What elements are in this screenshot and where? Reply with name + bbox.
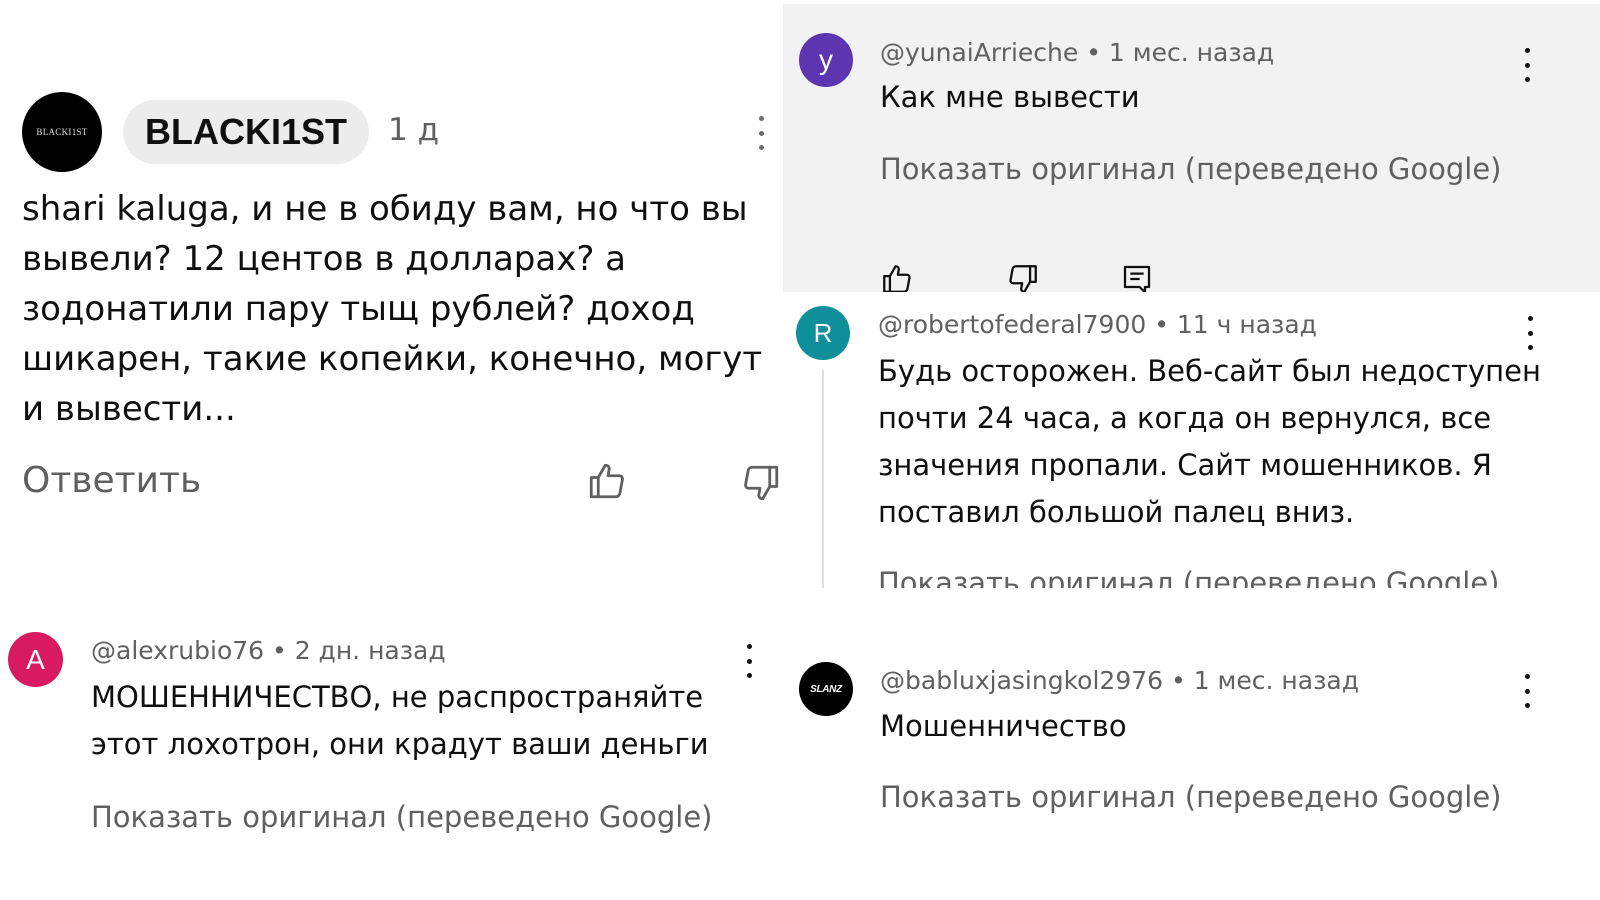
comment-alex: A @alexrubio76 • 2 дн. назад МОШЕННИЧЕСТ… xyxy=(0,610,780,900)
more-vert-icon[interactable] xyxy=(757,116,765,150)
text-line: этот лохотрон, они крадут ваши деньги xyxy=(91,727,709,761)
comment-roberto: R @robertofederal7900 • 11 ч назад Будь … xyxy=(783,292,1600,588)
comment-time: 2 дн. назад xyxy=(294,636,446,665)
avatar-logo-text: SLANZ xyxy=(810,683,842,695)
comment-meta: @robertofederal7900 • 11 ч назад xyxy=(878,310,1317,339)
comment-text: Мошенничество xyxy=(880,709,1127,743)
author-chip[interactable]: BLACKI1ST xyxy=(123,100,370,164)
comment-bablu: SLANZ @babluxjasingkol2976 • 1 мес. наза… xyxy=(783,640,1600,900)
comment-meta: @alexrubio76 • 2 дн. назад xyxy=(91,636,446,665)
avatar-letter: y xyxy=(819,44,833,75)
comment-meta: @yunaiArrieche • 1 мес. назад xyxy=(880,38,1274,67)
comment-text: Как мне вывести xyxy=(880,80,1140,114)
comment-yunai: y @yunaiArrieche • 1 мес. назад Как мне … xyxy=(783,4,1600,292)
thumbs-down-icon[interactable] xyxy=(740,462,782,504)
avatar[interactable]: R xyxy=(796,306,850,360)
text-line: зодонатили пару тыщ рублей? доход xyxy=(22,289,695,329)
show-original-link[interactable]: Показать оригинал (переведено Google) xyxy=(91,800,713,834)
avatar[interactable]: BLACKI1ST xyxy=(22,92,102,172)
separator: • xyxy=(264,636,295,665)
author-name[interactable]: @robertofederal7900 xyxy=(878,310,1146,339)
text-line: шикарен, такие копейки, конечно, могут xyxy=(22,339,763,379)
more-vert-icon[interactable] xyxy=(1526,316,1534,350)
thread-line xyxy=(822,370,824,588)
text-line: Будь осторожен. Веб-сайт был недоступен xyxy=(878,354,1541,388)
text-line: shari kaluga, и не в обиду вам, но что в… xyxy=(22,189,748,229)
text-line: значения пропали. Сайт мошенников. Я xyxy=(878,448,1492,482)
comment-text: МОШЕННИЧЕСТВО, не распространяйте этот л… xyxy=(91,674,709,768)
author-name: BLACKI1ST xyxy=(145,111,348,152)
author-name[interactable]: @yunaiArrieche xyxy=(880,38,1078,67)
separator: • xyxy=(1163,666,1194,695)
reply-button[interactable]: Ответить xyxy=(22,460,201,501)
thumbs-down-icon[interactable] xyxy=(1006,262,1040,292)
author-name[interactable]: @babluxjasingkol2976 xyxy=(880,666,1163,695)
comment-text: Будь осторожен. Веб-сайт был недоступен … xyxy=(878,348,1541,536)
avatar[interactable]: y xyxy=(799,33,853,87)
avatar[interactable]: SLANZ xyxy=(799,662,853,716)
comment-time: 1 мес. назад xyxy=(1108,38,1275,67)
comment-meta: @babluxjasingkol2976 • 1 мес. назад xyxy=(880,666,1359,695)
comment-main: BLACKI1ST BLACKI1ST 1 д shari kaluga, и … xyxy=(0,0,800,600)
more-vert-icon[interactable] xyxy=(1523,674,1531,708)
avatar-letter: A xyxy=(26,643,45,675)
comment-time: 1 мес. назад xyxy=(1193,666,1359,695)
text-line: МОШЕННИЧЕСТВО, не распространяйте xyxy=(91,680,704,714)
text-line: и вывести... xyxy=(22,389,236,429)
separator: • xyxy=(1146,310,1177,339)
thumbs-up-icon[interactable] xyxy=(880,262,914,292)
more-vert-icon[interactable] xyxy=(1523,48,1531,82)
separator: • xyxy=(1078,38,1109,67)
thumbs-up-icon[interactable] xyxy=(586,460,628,502)
comment-icon[interactable] xyxy=(1121,262,1153,292)
show-original-link[interactable]: Показать оригинал (переведено Google) xyxy=(878,566,1500,588)
text-line: поставил большой палец вниз. xyxy=(878,495,1355,529)
show-original-link[interactable]: Показать оригинал (переведено Google) xyxy=(880,780,1502,814)
avatar[interactable]: A xyxy=(8,632,63,687)
comment-time: 1 д xyxy=(388,112,440,148)
more-vert-icon[interactable] xyxy=(745,644,753,678)
show-original-link[interactable]: Показать оригинал (переведено Google) xyxy=(880,152,1502,186)
author-name[interactable]: @alexrubio76 xyxy=(91,636,264,665)
text-line: вывели? 12 центов в долларах? а xyxy=(22,239,627,279)
avatar-logo-text: BLACKI1ST xyxy=(36,127,88,137)
avatar-letter: R xyxy=(813,317,833,348)
text-line: почти 24 часа, а когда он вернулся, все xyxy=(878,401,1492,435)
comment-text: shari kaluga, и не в обиду вам, но что в… xyxy=(22,184,802,434)
comment-time: 11 ч назад xyxy=(1176,310,1317,339)
